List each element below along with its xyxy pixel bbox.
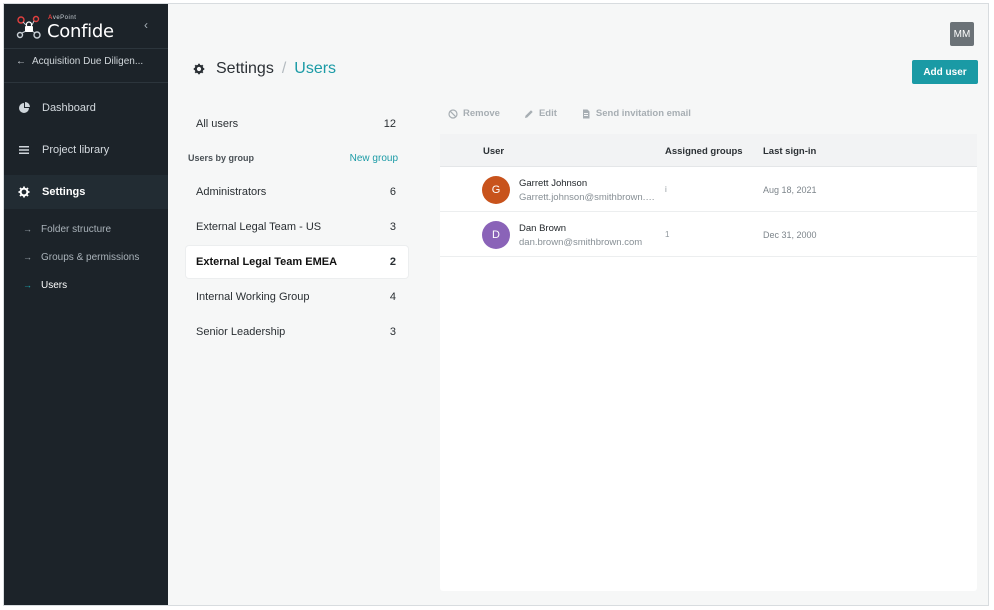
logo-icon (16, 15, 41, 39)
column-last-sign-in[interactable]: Last sign-in (763, 146, 816, 157)
edit-button[interactable]: Edit (524, 108, 557, 119)
group-label: All users (196, 118, 239, 130)
group-count: 12 (383, 118, 396, 130)
nav-project-library[interactable]: Project library (4, 133, 168, 167)
users-toolbar: Remove Edit Send invitation email (448, 108, 715, 119)
pencil-icon (524, 109, 533, 118)
column-user[interactable]: User (483, 146, 504, 157)
group-count: 3 (389, 326, 396, 338)
last-sign-in: Aug 18, 2021 (763, 185, 817, 195)
gear-icon (193, 63, 205, 75)
project-name: Acquisition Due Diligen... (32, 56, 144, 67)
arrow-left-icon: ← (16, 56, 26, 67)
arrow-right-icon: → (23, 252, 32, 262)
group-item[interactable]: Internal Working Group 4 (186, 281, 408, 313)
users-by-group-header: Users by group New group (186, 148, 408, 168)
group-item-selected[interactable]: External Legal Team EMEA 2 (186, 246, 408, 278)
group-label: External Legal Team - US (196, 221, 322, 233)
nav-label: Settings (42, 186, 86, 198)
breadcrumb-separator: / (281, 60, 287, 77)
table-header: User Assigned groups Last sign-in (440, 134, 977, 167)
block-icon (448, 108, 458, 119)
page-title: Users (294, 60, 337, 77)
document-icon (582, 109, 590, 118)
new-group-link[interactable]: New group (350, 153, 398, 164)
nav-settings[interactable]: Settings (4, 175, 168, 209)
nav-label: Project library (42, 144, 110, 156)
last-sign-in: Dec 31, 2000 (763, 230, 817, 240)
avatar: G (482, 176, 510, 204)
arrow-right-icon: → (23, 224, 32, 234)
main-content: MM Settings / Users Add user All users 1… (168, 4, 988, 605)
table-row[interactable]: G Garrett Johnson Garrett.johnson@smithb… (440, 168, 977, 212)
user-name: Garrett Johnson (519, 178, 588, 189)
user-name: Dan Brown (519, 223, 566, 234)
user-email: Garrett.johnson@smithbrown.com (519, 192, 659, 203)
group-count: 6 (389, 186, 396, 198)
table-row[interactable]: D Dan Brown dan.brown@smithbrown.com 1 D… (440, 213, 977, 257)
breadcrumb-settings[interactable]: Settings (216, 60, 274, 78)
group-item[interactable]: Senior Leadership 3 (186, 316, 408, 348)
arrow-right-icon: → (23, 280, 32, 290)
back-to-project-link[interactable]: ← Acquisition Due Diligen... (16, 56, 143, 67)
assigned-groups: 1 (665, 230, 670, 239)
nav-dashboard[interactable]: Dashboard (4, 91, 168, 125)
group-count: 2 (389, 256, 396, 268)
sidebar: AvePoint Confide ‹ ← Acquisition Due Dili… (4, 4, 168, 605)
user-email: dan.brown@smithbrown.com (519, 237, 643, 248)
assigned-groups: i (665, 185, 667, 194)
group-label: Senior Leadership (196, 326, 286, 338)
user-avatar[interactable]: MM (950, 22, 974, 46)
group-item[interactable]: Administrators 6 (186, 176, 408, 208)
send-invitation-button[interactable]: Send invitation email (581, 108, 691, 119)
product-name: Confide (47, 21, 114, 42)
group-label: Internal Working Group (196, 291, 310, 303)
pie-chart-icon (19, 102, 30, 113)
divider (4, 48, 168, 49)
users-table: User Assigned groups Last sign-in G Garr… (440, 134, 977, 591)
sidebar-item-users[interactable]: → Users (4, 274, 168, 296)
remove-button[interactable]: Remove (448, 108, 500, 119)
avatar: D (482, 221, 510, 249)
group-all-users[interactable]: All users 12 (186, 108, 408, 140)
app-window: AvePoint Confide ‹ ← Acquisition Due Dili… (3, 3, 989, 606)
add-user-button[interactable]: Add user (912, 60, 978, 84)
sidebar-item-groups-permissions[interactable]: → Groups & permissions (4, 246, 168, 268)
column-assigned-groups[interactable]: Assigned groups (665, 146, 743, 157)
list-icon (19, 146, 29, 154)
sidebar-item-folder-structure[interactable]: → Folder structure (4, 218, 168, 240)
gear-icon (18, 186, 30, 198)
app-logo: AvePoint Confide (16, 12, 136, 42)
group-label: External Legal Team EMEA (196, 256, 338, 268)
breadcrumb: Settings / Users (192, 60, 336, 78)
section-label: Users by group (188, 153, 255, 163)
nav-label: Dashboard (42, 102, 96, 114)
group-count: 3 (389, 221, 396, 233)
group-label: Administrators (196, 186, 267, 198)
group-count: 4 (389, 291, 396, 303)
group-item[interactable]: External Legal Team - US 3 (186, 211, 408, 243)
divider (4, 82, 168, 83)
collapse-sidebar-button[interactable]: ‹ (144, 18, 148, 32)
